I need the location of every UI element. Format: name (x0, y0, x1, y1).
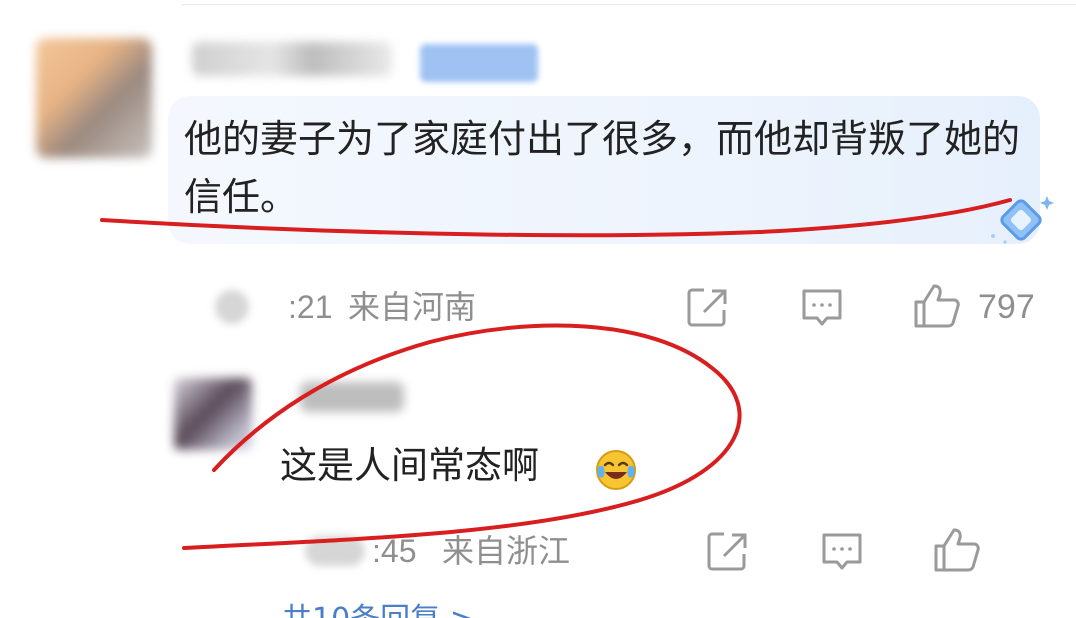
share-icon[interactable] (686, 286, 730, 328)
comment-text: 他的妻子为了家庭付出了很多，而他却背叛了她的信任。 (184, 117, 1021, 219)
user-badge (420, 44, 538, 82)
comment-location: 来自河南 (348, 289, 477, 325)
comment-icon[interactable] (820, 530, 864, 574)
divider (182, 4, 1076, 5)
comment-icon[interactable] (800, 286, 844, 330)
more-replies-link[interactable]: 共10条回复 > (282, 600, 475, 618)
comment-thread: 他的妻子为了家庭付出了很多，而他却背叛了她的信任。 :21 来自河南 797 这… (0, 0, 1076, 618)
laughing-crying-emoji-icon (596, 450, 636, 490)
avatar[interactable] (36, 38, 152, 158)
share-icon[interactable] (706, 530, 750, 572)
reply-time: :45 (372, 533, 417, 569)
reply-username-redacted[interactable] (300, 382, 404, 412)
time-redacted (215, 290, 249, 324)
thumbs-up-icon[interactable] (932, 526, 980, 574)
thumbs-up-icon[interactable] (912, 282, 960, 330)
reply-avatar[interactable] (174, 378, 252, 450)
reply-location: 来自浙江 (442, 533, 571, 569)
like-count: 797 (978, 288, 1035, 326)
username-redacted[interactable] (192, 42, 392, 76)
reply-text: 这是人间常态啊 (280, 444, 539, 487)
reply-meta: :45 来自浙江 (0, 526, 1076, 576)
comment-time: :21 (288, 289, 333, 325)
diamond-badge-icon (991, 196, 1054, 244)
comment-meta: :21 来自河南 797 (0, 282, 1076, 332)
time-redacted (305, 536, 365, 566)
circle-annotation (182, 323, 742, 550)
